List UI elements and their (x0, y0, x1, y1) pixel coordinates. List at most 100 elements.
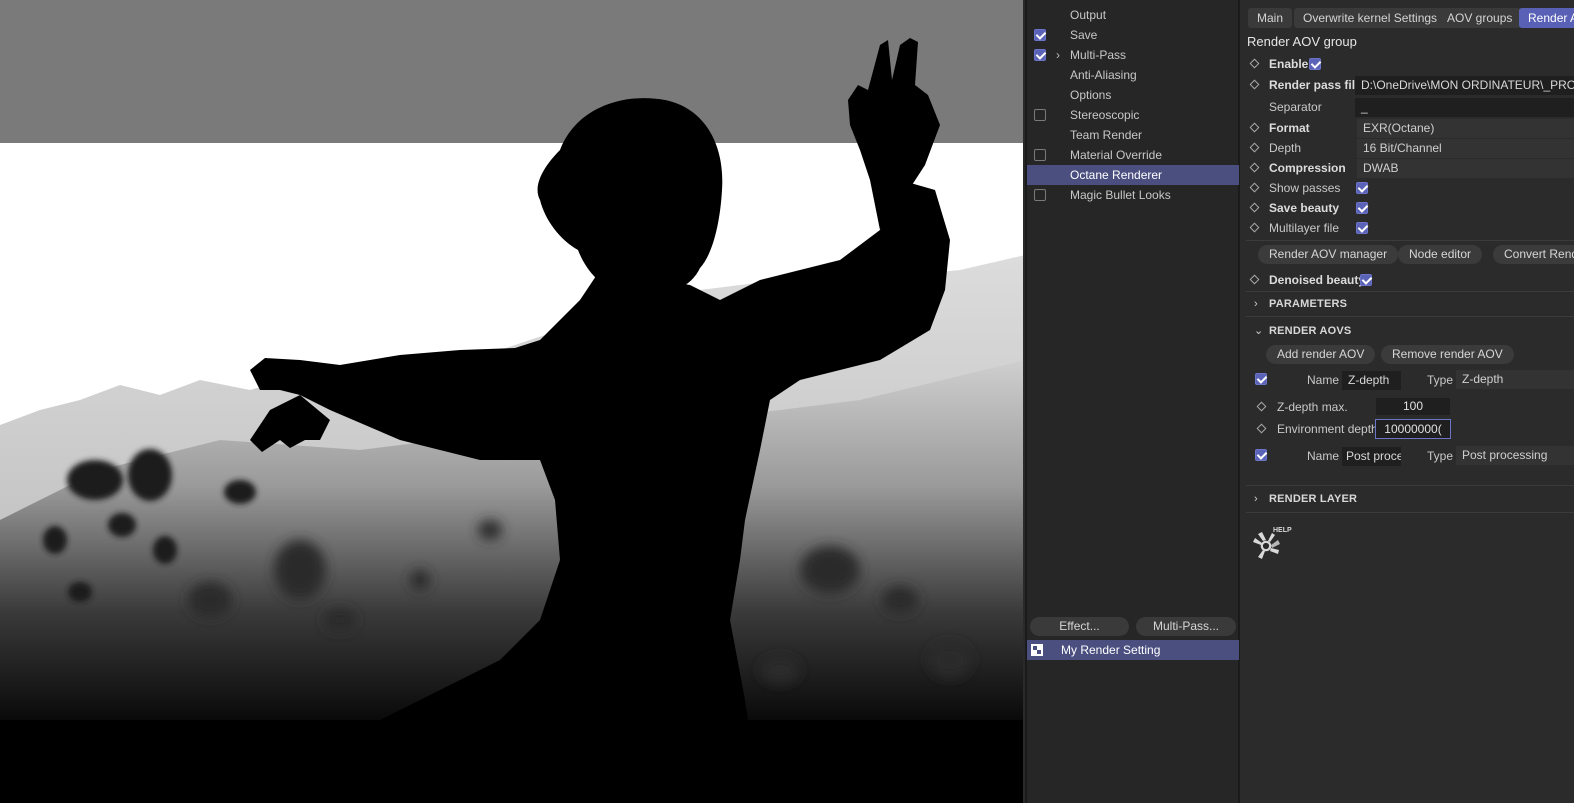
settings-item-label: Multi-Pass (1070, 48, 1127, 62)
multilayer-file-checkbox[interactable] (1356, 222, 1368, 234)
remove-render-aov-button[interactable]: Remove render AOV (1381, 345, 1514, 364)
settings-item-label: Options (1070, 88, 1112, 102)
show-passes-checkbox[interactable] (1356, 182, 1368, 194)
settings-item-label: Stereoscopic (1070, 108, 1140, 122)
aov-postprocess-enable-checkbox[interactable] (1255, 449, 1267, 461)
separator-row: Separator _ (1240, 97, 1574, 117)
keyframe-diamond-icon[interactable] (1249, 222, 1260, 233)
settings-item-magic-bullet-looks[interactable]: Magic Bullet Looks (1027, 185, 1239, 205)
depth-dropdown[interactable]: 16 Bit/Channel (1357, 139, 1574, 158)
render-layer-header-label: RENDER LAYER (1269, 493, 1358, 505)
aov-zdepth-type-dropdown[interactable]: Z-depth (1456, 370, 1574, 389)
node-editor-button[interactable]: Node editor (1398, 245, 1483, 264)
render-pass-file-field[interactable]: D:\OneDrive\MON ORDINATEUR\_PROJETS (1355, 76, 1574, 95)
panel-title: Render AOV group (1247, 34, 1357, 49)
show-passes-label: Show passes (1269, 181, 1341, 195)
aov-zdepth-enable-checkbox[interactable] (1255, 373, 1267, 385)
settings-item-material-override[interactable]: Material Override (1027, 145, 1239, 165)
save-beauty-label: Save beauty (1269, 201, 1340, 215)
tab-render-aov-group[interactable]: Render AOV group (1519, 8, 1574, 28)
chevron-right-icon[interactable]: › (1254, 294, 1258, 314)
chevron-right-icon[interactable]: › (1254, 489, 1258, 509)
render-setting-item[interactable]: My Render Setting (1027, 640, 1239, 660)
settings-item-options[interactable]: Options (1027, 85, 1239, 105)
keyframe-diamond-icon[interactable] (1256, 401, 1267, 412)
tab-main[interactable]: Main (1248, 8, 1293, 28)
aov-zdepth-name-field[interactable]: Z-depth (1342, 371, 1401, 390)
render-setting-icon (1031, 644, 1043, 656)
keyframe-diamond-icon[interactable] (1256, 423, 1267, 434)
help-icon[interactable]: HELP (1250, 527, 1294, 564)
settings-item-output[interactable]: Output (1027, 5, 1239, 25)
render-layer-section-header[interactable]: › RENDER LAYER (1240, 489, 1574, 509)
render-setting-label: My Render Setting (1061, 643, 1161, 657)
convert-render-button[interactable]: Convert Render (1493, 245, 1574, 264)
format-row: Format EXR(Octane) (1240, 118, 1574, 138)
separator-field[interactable]: _ (1355, 98, 1574, 117)
render-aovs-section-header[interactable]: ⌄ RENDER AOVS (1240, 321, 1574, 341)
chevron-down-icon[interactable]: ⌄ (1254, 321, 1263, 341)
settings-item-label: Material Override (1070, 148, 1163, 162)
save-beauty-row: Save beauty (1240, 198, 1574, 218)
settings-item-octane-renderer[interactable]: Octane Renderer (1027, 165, 1239, 185)
environment-depth-label: Environment depth (1277, 422, 1378, 436)
separator-label: Separator (1269, 100, 1322, 114)
add-render-aov-button[interactable]: Add render AOV (1266, 345, 1376, 364)
render-pass-file-label: Render pass file (1269, 78, 1362, 92)
keyframe-diamond-icon[interactable] (1249, 79, 1260, 90)
settings-item-multi-pass[interactable]: › Multi-Pass (1027, 45, 1239, 65)
tab-aov-groups[interactable]: AOV groups (1438, 8, 1522, 28)
multilayer-file-label: Multilayer file (1269, 221, 1340, 235)
effect-button[interactable]: Effect... (1030, 617, 1129, 636)
compression-label: Compression (1269, 161, 1346, 175)
keyframe-diamond-icon[interactable] (1249, 182, 1260, 193)
denoised-beauty-checkbox[interactable] (1360, 274, 1372, 286)
parameters-section-header[interactable]: › PARAMETERS (1240, 294, 1574, 314)
depth-row: Depth 16 Bit/Channel (1240, 138, 1574, 158)
zdepth-render-image (0, 0, 1023, 803)
keyframe-diamond-icon[interactable] (1249, 58, 1260, 69)
save-beauty-checkbox[interactable] (1356, 202, 1368, 214)
aov-name-label: Name (1307, 449, 1340, 463)
zdepth-max-label: Z-depth max. (1277, 400, 1348, 414)
help-label: HELP (1273, 527, 1292, 534)
divider (1246, 485, 1574, 486)
tab-overwrite-kernel-settings[interactable]: Overwrite kernel Settings (1294, 8, 1447, 28)
format-dropdown[interactable]: EXR(Octane) (1357, 119, 1574, 138)
render-aovs-header-label: RENDER AOVS (1269, 325, 1352, 337)
magic-bullet-looks-checkbox[interactable] (1034, 189, 1046, 201)
compression-dropdown[interactable]: DWAB (1357, 159, 1574, 178)
chevron-right-icon[interactable]: › (1056, 45, 1060, 65)
aov-postprocess-name-field[interactable]: Post proce (1342, 447, 1401, 466)
aov-postprocess-type-dropdown[interactable]: Post processing (1456, 446, 1574, 465)
render-settings-list: Output Save › Multi-Pass Anti-Aliasing O… (1027, 0, 1239, 803)
format-label: Format (1269, 121, 1310, 135)
settings-item-team-render[interactable]: Team Render (1027, 125, 1239, 145)
depth-label: Depth (1269, 141, 1302, 155)
divider (1246, 291, 1574, 292)
keyframe-diamond-icon[interactable] (1249, 122, 1260, 133)
aov-name-label: Name (1307, 373, 1340, 387)
settings-item-stereoscopic[interactable]: Stereoscopic (1027, 105, 1239, 125)
attributes-panel: Main Overwrite kernel Settings AOV group… (1240, 0, 1574, 803)
save-checkbox[interactable] (1034, 29, 1046, 41)
compression-row: Compression DWAB (1240, 158, 1574, 178)
settings-item-label: Save (1070, 28, 1098, 42)
render-viewport[interactable] (0, 0, 1025, 803)
multi-pass-checkbox[interactable] (1034, 49, 1046, 61)
settings-item-save[interactable]: Save (1027, 25, 1239, 45)
show-passes-row: Show passes (1240, 178, 1574, 198)
keyframe-diamond-icon[interactable] (1249, 142, 1260, 153)
environment-depth-field[interactable]: 10000000( (1375, 419, 1451, 439)
stereoscopic-checkbox[interactable] (1034, 109, 1046, 121)
settings-item-anti-aliasing[interactable]: Anti-Aliasing (1027, 65, 1239, 85)
keyframe-diamond-icon[interactable] (1249, 162, 1260, 173)
enable-checkbox[interactable] (1309, 58, 1321, 70)
settings-item-label: Anti-Aliasing (1070, 68, 1137, 82)
material-override-checkbox[interactable] (1034, 149, 1046, 161)
keyframe-diamond-icon[interactable] (1249, 202, 1260, 213)
keyframe-diamond-icon[interactable] (1249, 274, 1260, 285)
multi-pass-button[interactable]: Multi-Pass... (1136, 617, 1236, 636)
zdepth-max-field[interactable]: 100 (1376, 398, 1450, 415)
render-aov-manager-button[interactable]: Render AOV manager (1258, 245, 1399, 264)
